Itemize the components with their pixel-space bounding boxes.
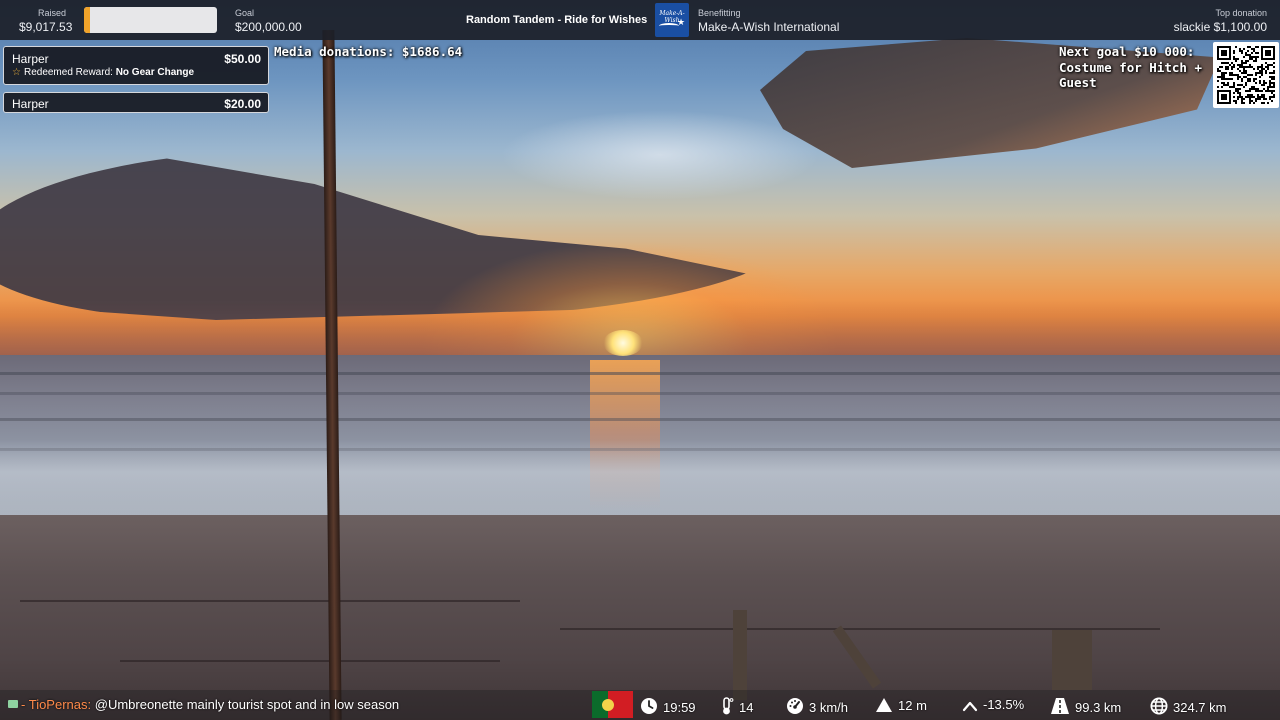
altitude-value: 12 m — [898, 698, 927, 713]
speed-value: 3 km/h — [809, 700, 849, 715]
benefitting-charity: Make-A-Wish International — [698, 20, 840, 34]
thermometer-icon — [720, 697, 734, 718]
wave — [0, 372, 1280, 375]
next-goal-line: Guest — [1059, 75, 1097, 90]
donation-amount: $50.00 — [224, 52, 261, 66]
chat-message: - TioPernas: @Umbreonette mainly tourist… — [8, 697, 399, 712]
next-goal-text: Next goal $10 000: Costume for Hitch + G… — [1059, 44, 1214, 91]
reward-prefix: Redeemed Reward: — [23, 67, 113, 78]
sun — [603, 330, 643, 356]
top-donation-label: Top donation — [1215, 8, 1267, 18]
wave — [0, 418, 1280, 421]
surf-foam — [0, 440, 1280, 520]
time-value: 19:59 — [663, 700, 696, 715]
chevron-up-icon — [962, 700, 978, 715]
sand-track — [20, 600, 520, 602]
road-icon — [1050, 697, 1070, 718]
make-a-wish-logo: Make-A-Wish ★ — [655, 3, 689, 37]
chat-username: TioPernas: — [28, 697, 92, 712]
temperature-stat: 14 — [720, 697, 753, 718]
event-title: Random Tandem - Ride for Wishes — [466, 14, 648, 26]
next-goal-line: Next goal $10 000: — [1059, 44, 1195, 59]
top-donation-value: slackie $1,100.00 — [1173, 20, 1267, 34]
fundraising-progress-bar — [84, 7, 217, 33]
boardwalk-post — [733, 610, 747, 700]
chat-separator: - — [21, 697, 26, 712]
cloud — [500, 110, 820, 200]
trip-distance-value: 99.3 km — [1075, 700, 1122, 715]
logo-swoosh — [659, 23, 679, 29]
donation-amount: $20.00 — [224, 97, 261, 111]
horizon-haze — [0, 300, 1280, 360]
speedometer-icon — [786, 697, 804, 718]
raised-label: Raised — [38, 8, 67, 18]
goal-label: Goal — [235, 8, 255, 18]
star-outline-icon: ☆ — [12, 67, 21, 78]
benefitting-label: Benefitting — [698, 8, 741, 18]
clock-icon — [640, 697, 658, 718]
trip-distance-stat: 99.3 km — [1050, 697, 1121, 718]
qr-code-icon — [1217, 46, 1275, 104]
progress-fill — [84, 7, 90, 33]
mountain-icon — [875, 697, 893, 716]
chat-text: @Umbreonette mainly tourist spot and in … — [94, 697, 400, 712]
goal-amount: $200,000.00 — [235, 20, 302, 34]
donation-card: Harper $50.00 ☆ Redeemed Reward: No Gear … — [3, 46, 269, 85]
speed-stat: 3 km/h — [786, 697, 848, 718]
grade-stat: -13.5% — [962, 697, 1024, 715]
altitude-stat: 12 m — [875, 697, 927, 716]
total-distance-stat: 324.7 km — [1150, 697, 1226, 718]
reward-name: No Gear Change — [115, 67, 195, 78]
donation-card: Harper $20.00 — [3, 92, 269, 113]
fundraiser-top-bar: Raised $9,017.53 Goal $200,000.00 Random… — [0, 0, 1280, 40]
media-donations-total: Media donations: $1686.64 — [274, 44, 463, 59]
total-distance-value: 324.7 km — [1173, 700, 1227, 715]
portugal-flag-icon — [592, 691, 633, 718]
sand-track — [120, 660, 500, 662]
time-stat: 19:59 — [640, 697, 696, 718]
globe-icon — [1150, 697, 1168, 718]
donor-name: Harper — [12, 97, 49, 111]
donor-name: Harper — [12, 52, 49, 66]
temperature-value: 14 — [739, 700, 754, 715]
boardwalk-post — [1052, 630, 1092, 690]
raised-amount: $9,017.53 — [19, 20, 73, 34]
star-icon: ★ — [677, 17, 686, 27]
next-goal-line: Costume for Hitch + — [1059, 59, 1202, 75]
donation-qr-code[interactable] — [1213, 42, 1279, 108]
wave — [0, 392, 1280, 395]
chat-bubble-icon — [8, 700, 18, 708]
reward-line: ☆ Redeemed Reward: No Gear Change — [12, 67, 194, 78]
grade-value: -13.5% — [983, 697, 1025, 712]
